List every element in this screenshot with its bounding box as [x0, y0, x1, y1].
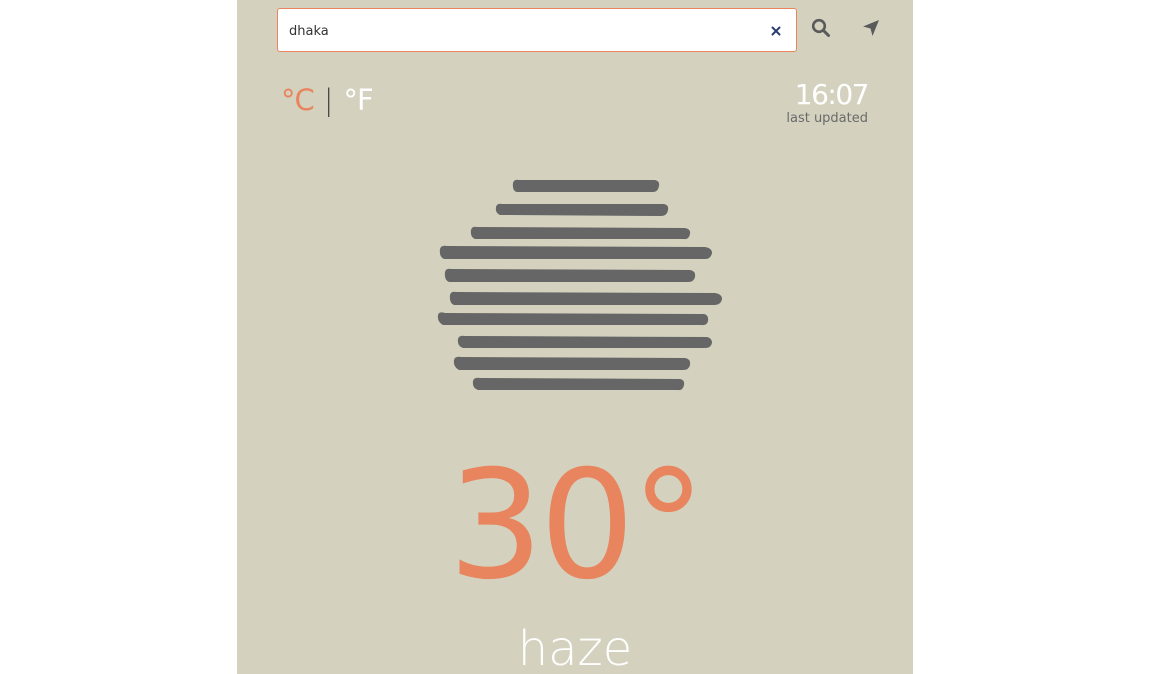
weather-condition: haze — [517, 621, 633, 674]
weather-panel: °C | °F 16:07 last updated 30° haze — [237, 0, 913, 674]
temperature: 30° — [448, 439, 706, 613]
haze-icon — [437, 179, 722, 391]
